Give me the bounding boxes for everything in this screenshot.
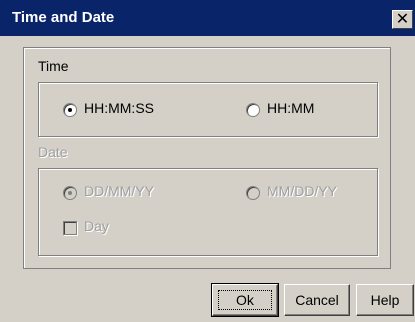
radio-selected-dot [68, 108, 72, 112]
settings-panel: Time HH:MM:SS HH:MM Date DD/MM/YY MM/DD/… [23, 47, 391, 269]
radio-mmddyy-label[interactable]: MM/DD/YY [267, 183, 337, 199]
help-button[interactable]: Help [356, 284, 414, 316]
cancel-button-label: Cancel [295, 292, 339, 308]
date-group-label: Date [38, 144, 68, 160]
help-button-label: Help [370, 292, 400, 308]
day-checkbox[interactable] [63, 221, 77, 235]
date-group-box: DD/MM/YY MM/DD/YY Day [38, 168, 378, 256]
radio-mmddyy[interactable] [246, 186, 260, 200]
radio-hhmm-label[interactable]: HH:MM [267, 100, 314, 116]
dialog-title: Time and Date [12, 9, 115, 26]
radio-hhmm[interactable] [246, 103, 260, 117]
radio-ddmmyy-label[interactable]: DD/MM/YY [84, 183, 154, 199]
radio-hhmmss[interactable] [63, 103, 77, 117]
time-group-box: HH:MM:SS HH:MM [38, 82, 378, 137]
time-and-date-dialog: Time and Date ✕ Time HH:MM:SS HH:MM Date… [0, 0, 415, 322]
ok-button[interactable]: Ok [211, 283, 279, 317]
radio-selected-dot [68, 191, 72, 195]
cancel-button[interactable]: Cancel [284, 284, 350, 316]
day-checkbox-label[interactable]: Day [84, 218, 109, 234]
focus-indicator [218, 290, 272, 310]
radio-hhmmss-label[interactable]: HH:MM:SS [84, 100, 154, 116]
close-button[interactable]: ✕ [392, 9, 413, 29]
time-group-label: Time [38, 58, 69, 74]
radio-ddmmyy[interactable] [63, 186, 77, 200]
close-icon: ✕ [395, 9, 410, 28]
title-bar[interactable]: Time and Date ✕ [0, 0, 415, 36]
